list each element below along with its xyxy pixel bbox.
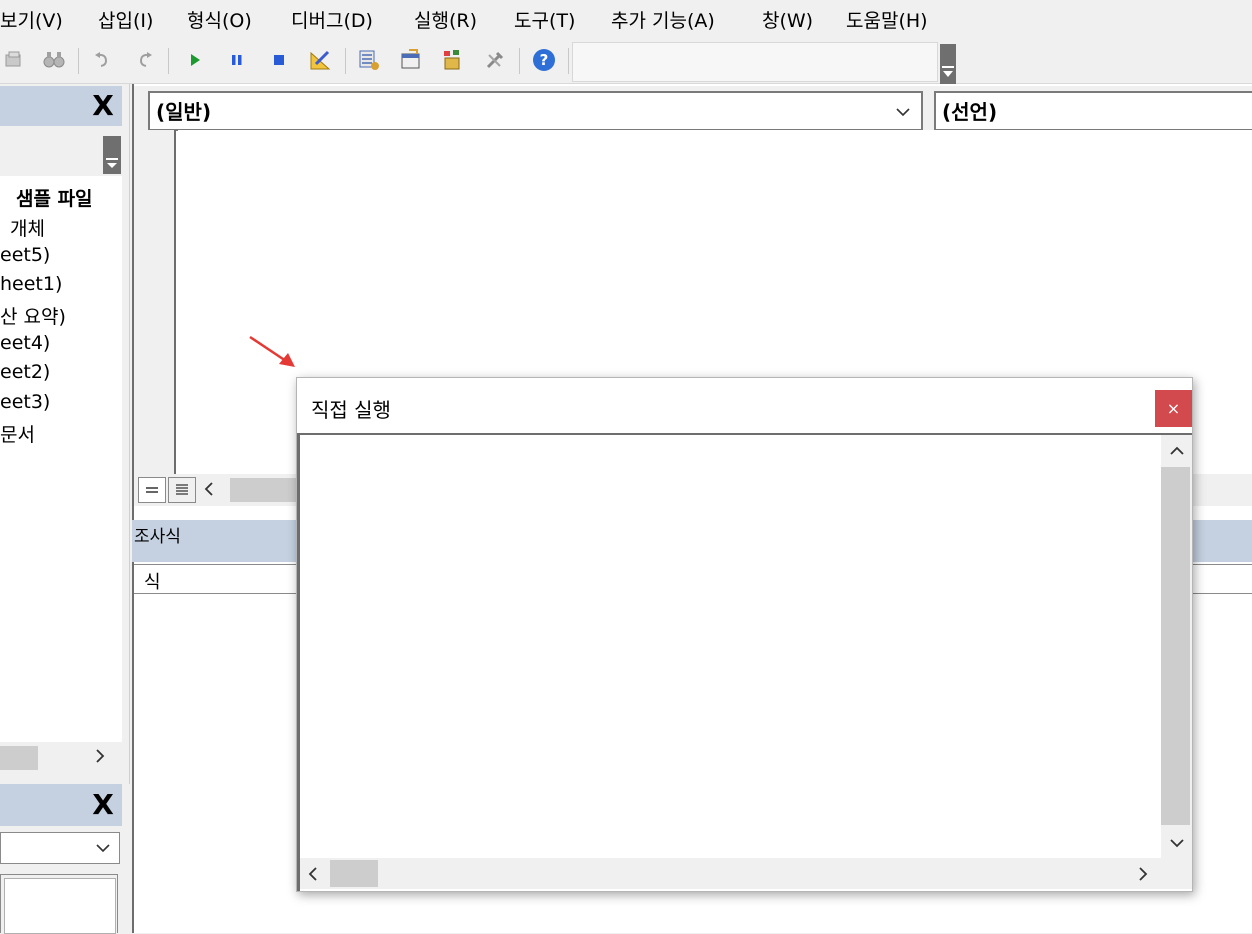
properties-close-button[interactable]: X — [88, 790, 118, 820]
run-icon[interactable] — [183, 48, 207, 72]
immediate-window: 직접 실행 × — [296, 377, 1193, 892]
tree-item-sheet2[interactable]: eet2) — [0, 361, 50, 383]
properties-object-combo[interactable] — [0, 832, 120, 864]
find-icon[interactable] — [2, 48, 26, 72]
menu-help[interactable]: 도움말(H) — [846, 6, 928, 33]
object-combo-value: (일반) — [156, 100, 212, 124]
undo-icon[interactable] — [90, 48, 114, 72]
menu-run[interactable]: 실행(R) — [414, 6, 477, 33]
scroll-up-arrow-icon[interactable] — [1168, 443, 1186, 462]
immediate-window-close-button[interactable]: × — [1155, 390, 1192, 427]
scroll-down-arrow-icon[interactable] — [1168, 835, 1186, 854]
scroll-right-arrow-icon[interactable] — [94, 746, 114, 770]
project-tree: 샘플 파일 개체 eet5) heet1) 산 요약) eet4) eet2) … — [0, 176, 122, 742]
menu-view[interactable]: 보기(V) — [0, 6, 63, 33]
tree-item-summary-sheet[interactable]: 산 요약) — [0, 302, 66, 329]
object-combo[interactable]: (일반) — [148, 91, 923, 131]
close-icon: × — [1166, 399, 1181, 418]
tree-item-sheet4[interactable]: eet4) — [0, 332, 50, 354]
design-mode-icon[interactable] — [308, 48, 332, 72]
redo-icon[interactable] — [133, 48, 157, 72]
tree-item-project[interactable]: 샘플 파일 — [16, 184, 93, 211]
stop-icon[interactable] — [267, 48, 291, 72]
tree-item-sheet1[interactable]: heet1) — [0, 273, 62, 295]
standard-toolbar: ? — [0, 38, 1252, 84]
menu-bar: 보기(V) 삽입(I) 형식(O) 디버그(D) 실행(R) 도구(T) 추가 … — [0, 0, 1252, 38]
menu-debug[interactable]: 디버그(D) — [291, 6, 373, 33]
code-margin-indicator-bar — [134, 130, 176, 478]
immediate-vscroll-thumb[interactable] — [1161, 467, 1190, 825]
toolbar-empty-area — [572, 42, 938, 82]
project-explorer-icon[interactable] — [357, 48, 381, 72]
immediate-vscrollbar[interactable] — [1161, 435, 1192, 858]
chevron-down-icon — [95, 840, 111, 859]
immediate-window-editor[interactable] — [300, 435, 1161, 858]
immediate-hscroll-thumb[interactable] — [330, 860, 378, 887]
project-tree-hscrollbar[interactable] — [0, 742, 122, 774]
procedure-combo-value: (선언) — [942, 100, 998, 124]
menu-addins[interactable]: 추가 기능(A) — [611, 6, 715, 33]
properties-list — [0, 874, 118, 934]
watch-title: 조사식 — [134, 527, 181, 547]
menu-insert[interactable]: 삽입(I) — [98, 6, 153, 33]
project-explorer-close-button[interactable]: X — [88, 91, 118, 121]
scroll-right-arrow-icon[interactable] — [1136, 865, 1150, 887]
procedure-view-icon[interactable] — [138, 477, 166, 503]
project-explorer-toolbar — [0, 130, 122, 176]
project-toolbar-grip[interactable] — [103, 136, 121, 174]
svg-text:?: ? — [540, 51, 549, 69]
immediate-window-title: 직접 실행 — [311, 398, 391, 422]
properties-title-bar: X — [0, 784, 122, 826]
menu-window[interactable]: 창(W) — [762, 6, 813, 33]
annotation-arrow-icon — [249, 335, 295, 367]
tree-item-sheet5[interactable]: eet5) — [0, 244, 50, 266]
immediate-hscrollbar[interactable] — [300, 858, 1161, 889]
scroll-left-arrow-icon[interactable] — [306, 865, 320, 887]
help-icon[interactable]: ? — [532, 48, 556, 72]
scrollbar-corner — [1161, 858, 1192, 889]
tree-item-sheet3[interactable]: eet3) — [0, 391, 50, 413]
menu-tools[interactable]: 도구(T) — [514, 6, 575, 33]
watch-column-expression[interactable]: 식 — [144, 568, 161, 594]
object-browser-icon[interactable] — [441, 48, 465, 72]
binoculars-icon[interactable] — [42, 48, 66, 72]
tree-item-objects-folder[interactable]: 개체 — [10, 214, 45, 241]
procedure-combo[interactable]: (선언) — [934, 91, 1252, 131]
chevron-down-icon — [895, 103, 911, 122]
toolbar-overflow-grip[interactable] — [940, 44, 956, 84]
properties-window-icon[interactable] — [399, 48, 423, 72]
toolbox-icon[interactable] — [483, 48, 507, 72]
tree-item-thisworkbook[interactable]: 문서 — [0, 420, 35, 447]
scroll-left-arrow-icon[interactable] — [202, 478, 216, 504]
pause-icon[interactable] — [225, 48, 249, 72]
project-explorer-title-bar: X — [0, 86, 122, 126]
menu-format[interactable]: 형식(O) — [187, 6, 252, 33]
full-module-view-icon[interactable] — [168, 477, 196, 503]
project-tree-scroll-thumb[interactable] — [0, 746, 38, 770]
